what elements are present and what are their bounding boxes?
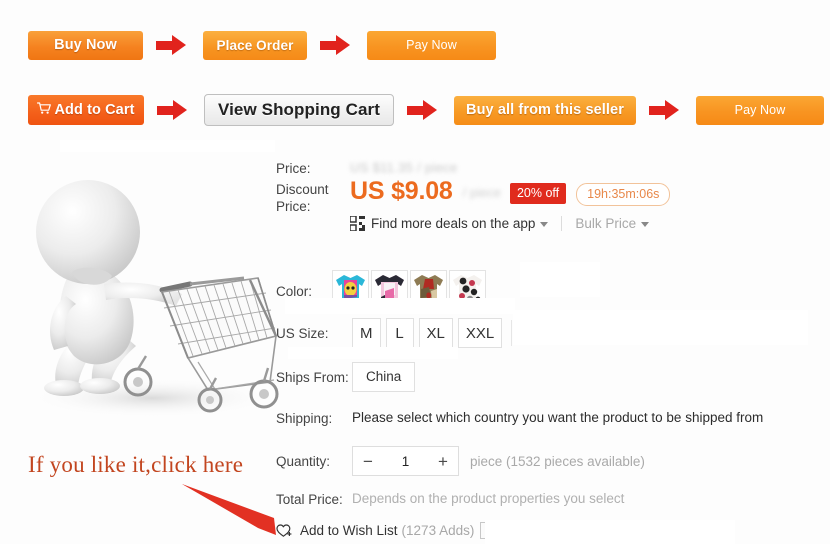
add-to-cart-label: Add to Cart	[54, 102, 135, 118]
flow-arrow-icon	[649, 100, 683, 120]
original-price-value: US $11.35 / piece	[350, 160, 458, 175]
price-unit: / piece	[462, 185, 501, 200]
heart-plus-icon	[276, 523, 293, 538]
discount-price-amount: US $9.08	[350, 177, 453, 205]
add-to-wish-list-label: Add to Wish List	[300, 523, 398, 538]
flow-arrow-icon	[320, 35, 354, 55]
chevron-down-icon	[485, 529, 492, 534]
wish-list-count: (1273 Adds)	[401, 523, 475, 538]
color-swatch-floral-black-white-tee[interactable]	[449, 270, 486, 307]
total-price-label: Total Price:	[276, 492, 343, 507]
shipping-label: Shipping:	[276, 411, 333, 426]
place-order-button[interactable]: Place Order	[203, 30, 307, 60]
chevron-down-icon[interactable]	[641, 222, 650, 227]
product-details-panel: Price: US $11.35 / piece Discount Price:…	[272, 150, 830, 544]
add-to-wish-list-row[interactable]: Add to Wish List (1273 Adds)	[276, 522, 498, 539]
pay-now-label: Pay Now	[734, 103, 786, 117]
discount-price-label-line1: Discount	[276, 182, 329, 197]
view-shopping-cart-label: View Shopping Cart	[217, 100, 381, 119]
sizing-info-label: Sizing info	[546, 325, 609, 341]
sizing-info-link[interactable]: Sizing info	[521, 325, 609, 341]
countdown-timer-badge: 19h:35m:06s	[576, 183, 671, 206]
color-swatch-list	[332, 270, 488, 307]
size-option-xxl[interactable]: XXL	[457, 318, 503, 348]
checkout-flow-row-buy-now: Buy Now Place Order Pay Now	[28, 28, 496, 62]
ruler-icon	[521, 328, 542, 340]
buy-all-label: Buy all from this seller	[466, 102, 624, 118]
color-swatch-pink-abstract-tee[interactable]	[371, 270, 408, 307]
bulk-price-label[interactable]: Bulk Price	[575, 216, 636, 231]
pay-now-button-top[interactable]: Pay Now	[367, 30, 496, 60]
quantity-row: Quantity: − 1 + piece (1532 pieces avail…	[276, 446, 645, 476]
size-option-m[interactable]: M	[352, 318, 381, 348]
size-option-xl[interactable]: XL	[418, 318, 453, 348]
us-size-row: US Size: M L XL XXL Sizing info	[276, 318, 609, 348]
quantity-label: Quantity:	[276, 453, 331, 469]
flow-arrow-icon	[407, 100, 441, 120]
discount-badge: 20% off	[509, 183, 567, 204]
shopping-cart-figure-illustration	[12, 150, 282, 440]
pay-now-button-bottom[interactable]: Pay Now	[696, 95, 824, 125]
add-to-cart-button[interactable]: Add to Cart	[28, 95, 144, 125]
page-root: Buy Now Place Order Pay Now Add to Cart …	[0, 0, 830, 544]
flow-arrow-icon	[156, 35, 190, 55]
wish-list-dropdown-button[interactable]	[480, 522, 498, 539]
shipping-row: Shipping: Please select which country yo…	[276, 410, 763, 427]
color-row: Color:	[276, 270, 488, 307]
price-label: Price:	[276, 161, 311, 176]
ships-from-label: Ships From:	[276, 369, 349, 385]
size-option-l[interactable]: L	[385, 318, 414, 348]
buy-all-from-seller-button[interactable]: Buy all from this seller	[454, 95, 636, 125]
divider	[561, 216, 563, 231]
buy-now-label: Buy Now	[54, 37, 117, 53]
discount-price-label-line2: Price:	[276, 199, 311, 214]
buy-now-button[interactable]: Buy Now	[28, 30, 143, 60]
quantity-increase-button[interactable]: +	[428, 453, 458, 470]
app-deals-label[interactable]: Find more deals on the app	[371, 216, 535, 231]
quantity-availability-note: piece (1532 pieces available)	[470, 453, 645, 469]
discount-price-row: Discount Price: US $9.08 / piece 20% off…	[276, 177, 671, 215]
app-deals-row: Find more deals on the app Bulk Price	[349, 215, 650, 232]
color-swatch-skull-colorful-tee[interactable]	[332, 270, 369, 307]
quantity-input[interactable]: 1	[383, 454, 428, 469]
checkout-flow-row-add-to-cart: Add to Cart View Shopping Cart Buy all f…	[28, 93, 824, 127]
us-size-label: US Size:	[276, 325, 329, 341]
shipping-message: Please select which country you want the…	[352, 410, 764, 425]
quantity-decrease-button[interactable]: −	[353, 453, 383, 470]
total-price-note: Depends on the product properties you se…	[352, 491, 625, 506]
divider	[511, 320, 513, 346]
place-order-label: Place Order	[216, 37, 294, 53]
ships-from-option-china[interactable]: China	[352, 362, 416, 392]
shopping-cart-icon	[37, 101, 52, 117]
view-shopping-cart-button[interactable]: View Shopping Cart	[204, 94, 394, 126]
chevron-down-icon[interactable]	[540, 222, 549, 227]
qr-code-icon	[349, 215, 365, 232]
ships-from-row: Ships From: China	[276, 362, 416, 392]
flow-arrow-icon	[157, 100, 191, 120]
annotation-text: If you like it,click here	[28, 452, 244, 477]
color-swatch-camo-red-tee[interactable]	[410, 270, 447, 307]
total-price-row: Total Price: Depends on the product prop…	[276, 491, 624, 508]
quantity-stepper[interactable]: − 1 +	[352, 446, 459, 476]
discount-price-label: Discount Price:	[276, 181, 350, 215]
price-row: Price: US $11.35 / piece	[276, 160, 457, 177]
color-label: Color:	[276, 284, 313, 299]
pay-now-label: Pay Now	[406, 38, 457, 52]
